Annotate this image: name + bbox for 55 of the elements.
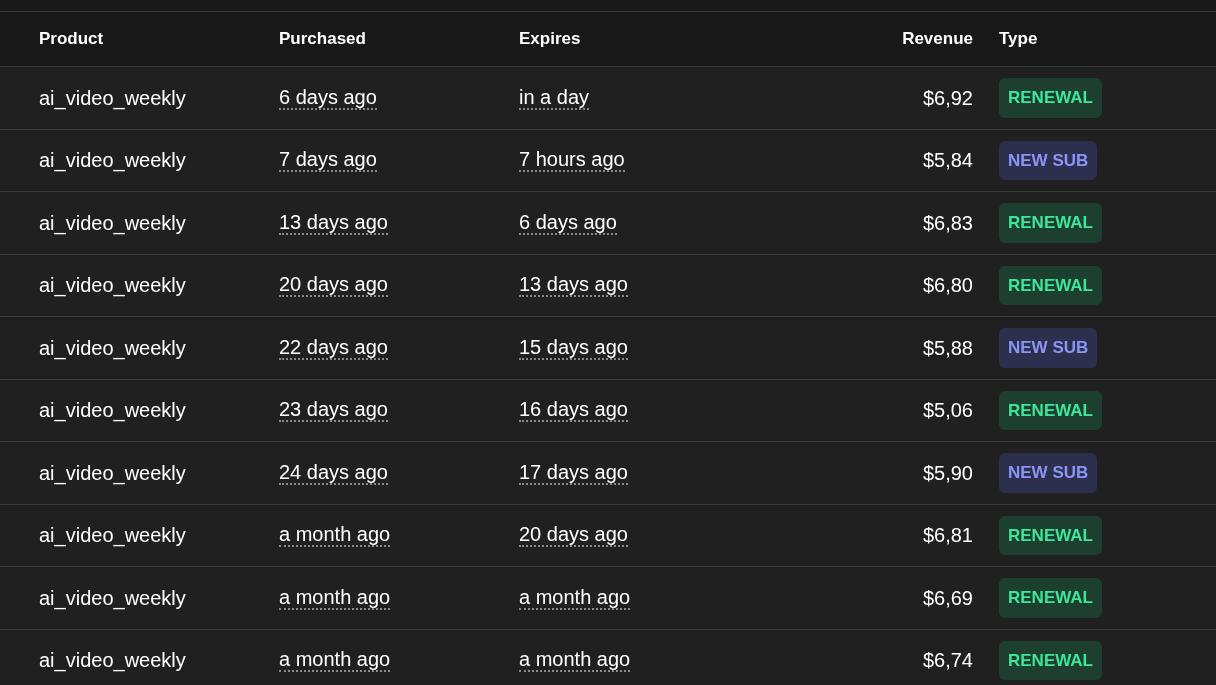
- table-cell: 24 days ago: [279, 460, 388, 485]
- table-cell: a month ago: [279, 648, 391, 673]
- table-cell: 23 days ago: [279, 398, 388, 423]
- table-cell: ai_video_weekly: [39, 649, 186, 672]
- table-cell: 22 days ago: [279, 335, 388, 360]
- column-header: Revenue: [902, 29, 973, 49]
- table-cell: $5,90: [922, 461, 973, 484]
- type-badge: RENEWAL: [999, 640, 1102, 680]
- table-cell: 6 days ago: [519, 210, 617, 235]
- column-header: Purchased: [279, 29, 366, 49]
- table-cell: ai_video_weekly: [39, 461, 186, 484]
- table-cell: $6,69: [922, 586, 973, 609]
- table-cell: $6,81: [922, 524, 973, 547]
- type-badge: RENEWAL: [999, 203, 1102, 243]
- table-cell: ai_video_weekly: [39, 211, 186, 234]
- table-cell: 15 days ago: [519, 335, 628, 360]
- type-badge: RENEWAL: [999, 265, 1102, 305]
- table-cell: ai_video_weekly: [39, 149, 186, 172]
- table-cell: 20 days ago: [519, 523, 628, 548]
- table-cell: a month ago: [519, 585, 631, 610]
- column-header: Product: [39, 29, 104, 49]
- type-badge: NEW SUB: [999, 453, 1098, 493]
- table-cell: a month ago: [279, 585, 391, 610]
- type-badge: RENEWAL: [999, 390, 1102, 430]
- table-cell: $5,06: [922, 399, 973, 422]
- table-cell: 13 days ago: [519, 273, 628, 298]
- table-cell: $6,92: [922, 86, 973, 109]
- table-cell: ai_video_weekly: [39, 586, 186, 609]
- table-cell: ai_video_weekly: [39, 274, 186, 297]
- table-cell: $5,88: [922, 336, 973, 359]
- table-cell: ai_video_weekly: [39, 86, 186, 109]
- table-cell: 20 days ago: [279, 273, 388, 298]
- table-cell: $6,80: [922, 274, 973, 297]
- table-cell: ai_video_weekly: [39, 524, 186, 547]
- type-badge: RENEWAL: [999, 578, 1102, 618]
- table-cell: 7 hours ago: [519, 148, 625, 173]
- type-badge: RENEWAL: [999, 78, 1102, 118]
- table-cell: ai_video_weekly: [39, 399, 186, 422]
- table-cell: a month ago: [519, 648, 631, 673]
- table-cell: 16 days ago: [519, 398, 628, 423]
- table-cell: a month ago: [279, 523, 391, 548]
- type-badge: RENEWAL: [999, 515, 1102, 555]
- column-header: Type: [999, 29, 1038, 49]
- table-cell: $6,74: [922, 649, 973, 672]
- table-cell: ai_video_weekly: [39, 336, 186, 359]
- table-cell: 6 days ago: [279, 85, 377, 110]
- table-cell: $6,83: [922, 211, 973, 234]
- table-cell: 13 days ago: [279, 210, 388, 235]
- table-cell: 17 days ago: [519, 460, 628, 485]
- table-cell: $5,84: [922, 149, 973, 172]
- type-badge: NEW SUB: [999, 140, 1098, 180]
- column-header: Expires: [519, 29, 581, 49]
- type-badge: NEW SUB: [999, 328, 1098, 368]
- table-cell: in a day: [519, 85, 590, 110]
- table-cell: 7 days ago: [279, 148, 377, 173]
